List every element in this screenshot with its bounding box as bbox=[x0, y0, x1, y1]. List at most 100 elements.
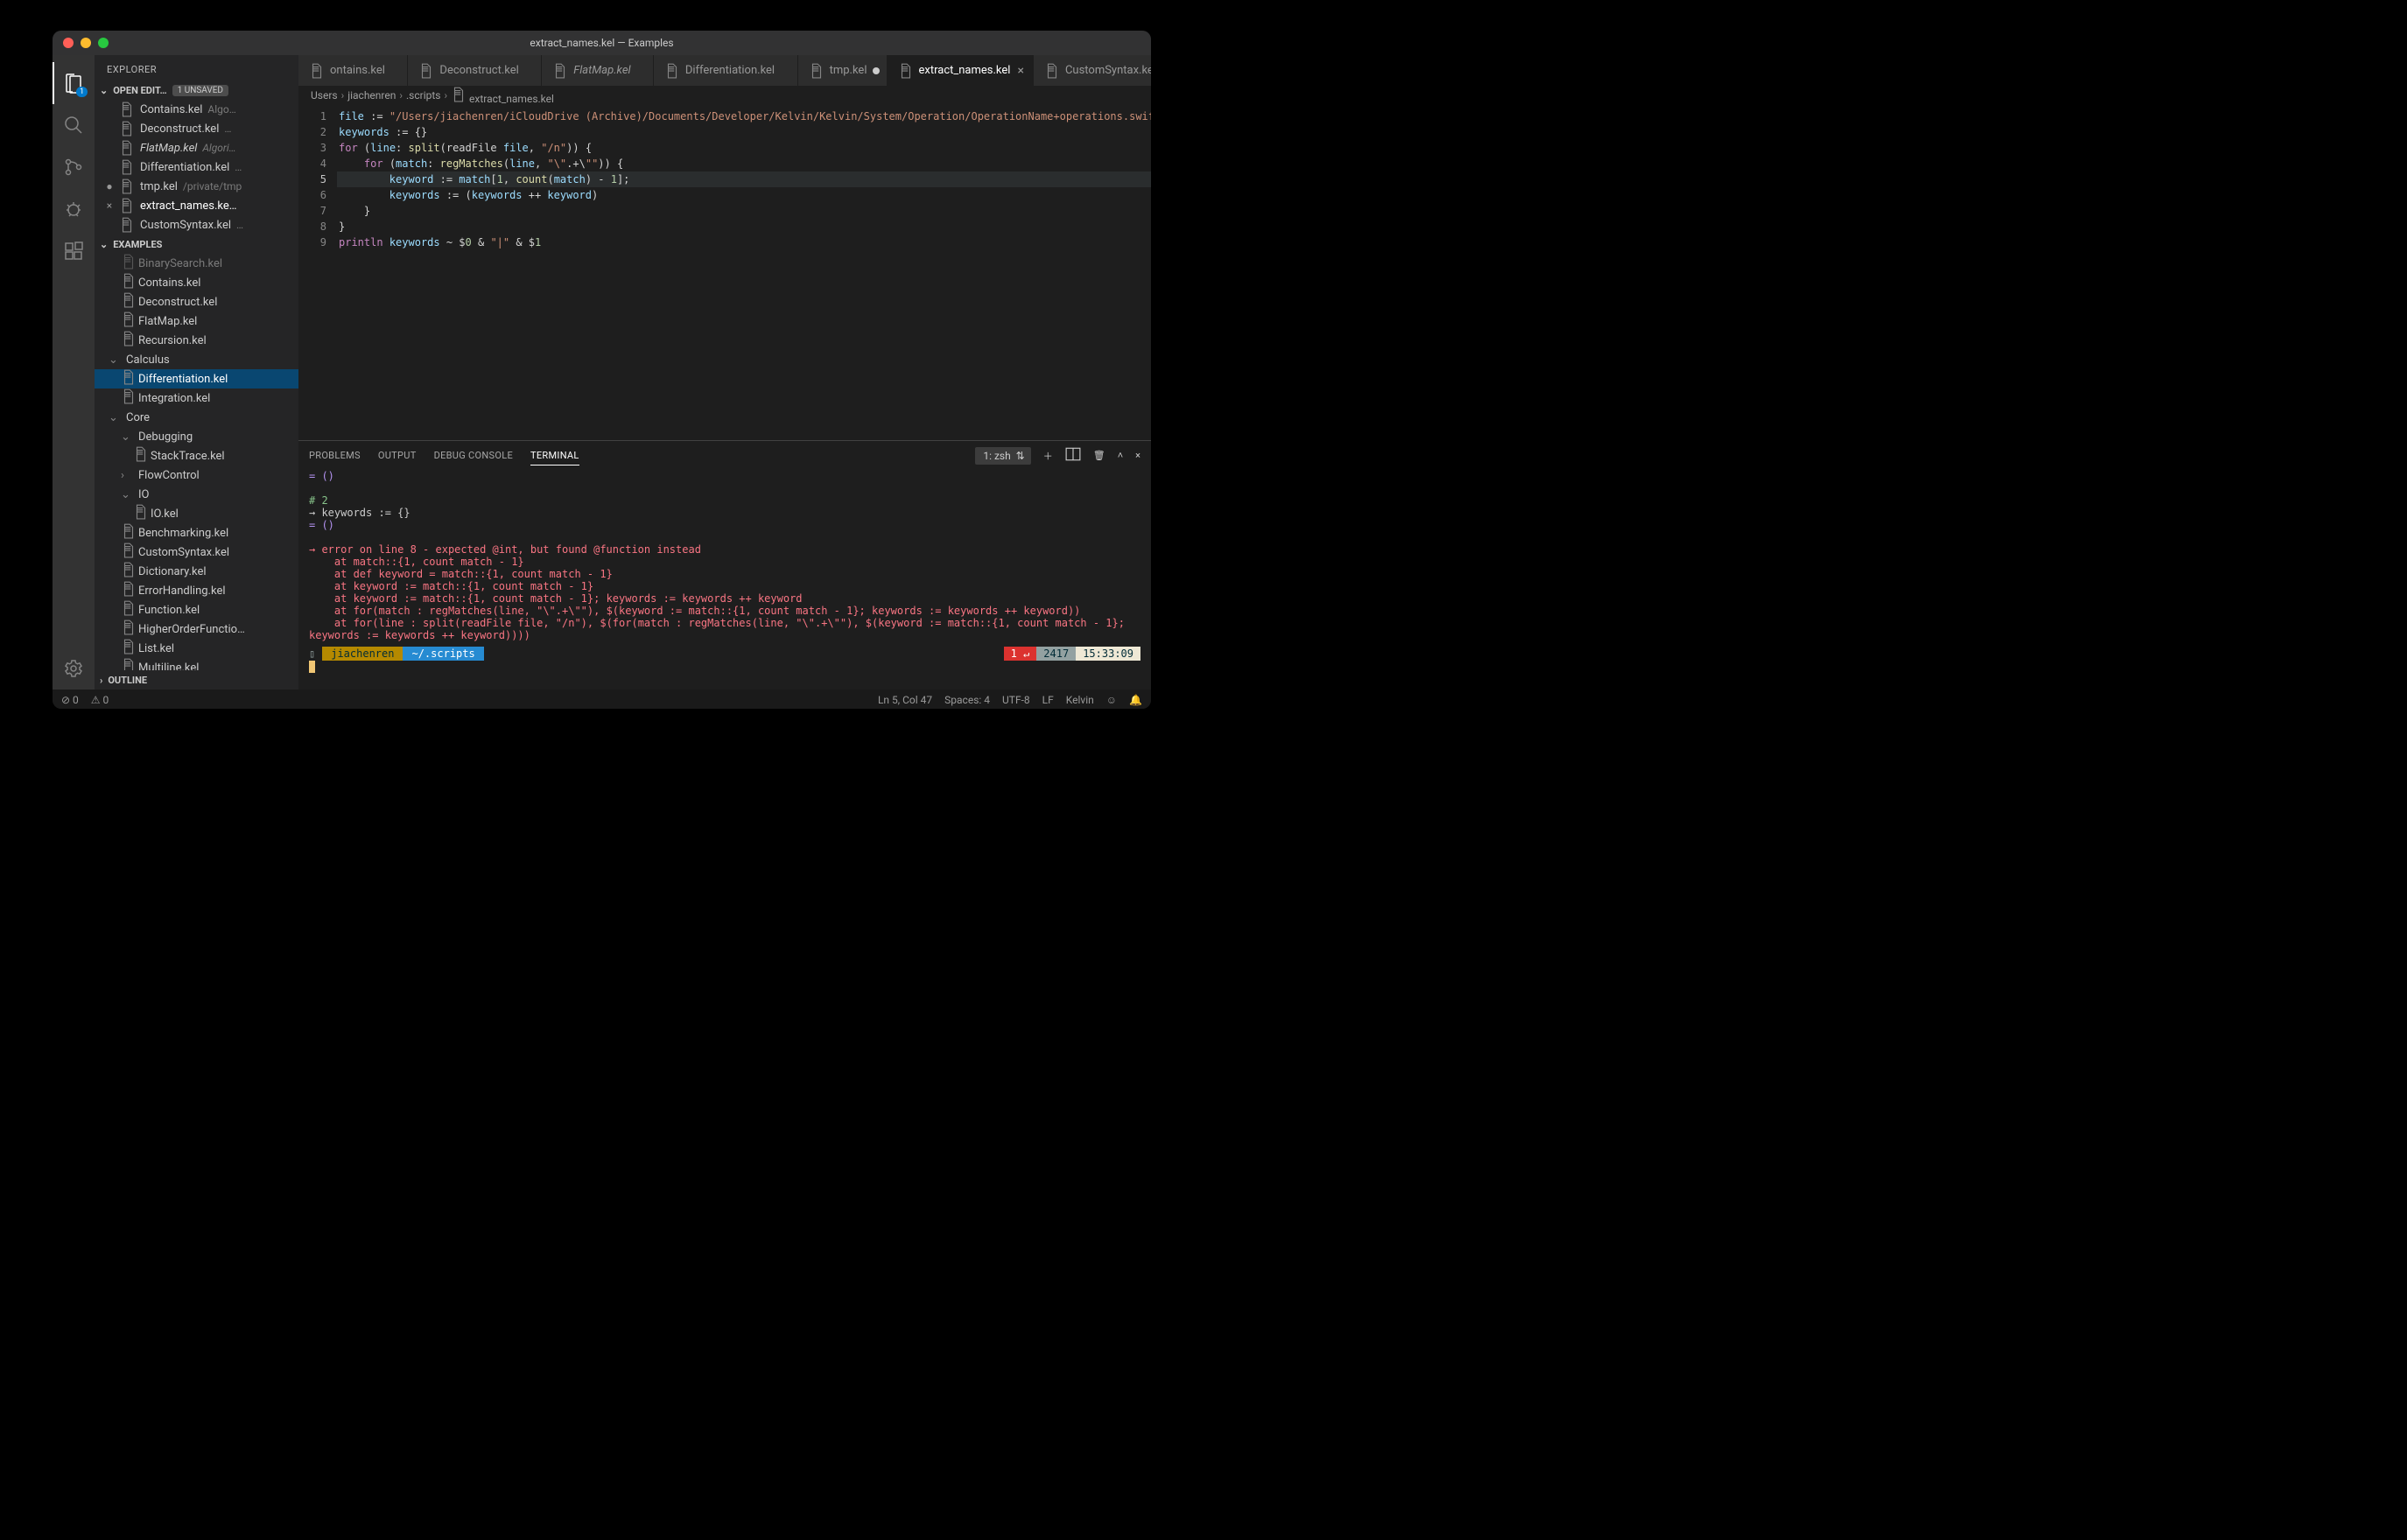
file-item[interactable]: Dictionary.kel bbox=[95, 562, 298, 581]
split-terminal-icon[interactable] bbox=[1065, 446, 1081, 465]
status-indent[interactable]: Spaces: 4 bbox=[944, 694, 990, 706]
debug-icon[interactable] bbox=[53, 188, 95, 230]
kill-terminal-icon[interactable]: 🗑 bbox=[1093, 450, 1105, 461]
status-errors[interactable]: ⊘ 0 bbox=[61, 694, 79, 706]
close-icon[interactable]: × bbox=[1015, 64, 1025, 78]
file-item[interactable]: BinarySearch.kel bbox=[95, 254, 298, 273]
editor-tab[interactable]: tmp.kel bbox=[798, 55, 888, 86]
status-encoding[interactable]: UTF-8 bbox=[1002, 694, 1030, 706]
folder-item[interactable]: ⌄Debugging bbox=[95, 427, 298, 446]
file-item[interactable]: Differentiation.kel bbox=[95, 369, 298, 388]
status-cursor[interactable]: Ln 5, Col 47 bbox=[878, 694, 932, 706]
minimize-icon[interactable] bbox=[81, 38, 91, 48]
file-item[interactable]: Deconstruct.kel bbox=[95, 292, 298, 312]
examples-header[interactable]: ⌄ EXAMPLES bbox=[95, 234, 298, 254]
editor-tab[interactable]: Differentiation.kel× bbox=[654, 55, 798, 86]
open-editor-item[interactable]: Contains.kel Algo… bbox=[95, 100, 298, 119]
file-item[interactable]: FlatMap.kel bbox=[95, 312, 298, 331]
open-editor-item[interactable]: FlatMap.kel Algori… bbox=[95, 138, 298, 158]
file-item[interactable]: Integration.kel bbox=[95, 388, 298, 408]
editor-tab[interactable]: CustomSyntax.kel× bbox=[1034, 55, 1151, 86]
explorer-icon[interactable]: 1 bbox=[53, 62, 95, 104]
editor-path: … bbox=[236, 219, 243, 231]
folder-item[interactable]: ⌄Calculus bbox=[95, 350, 298, 369]
prompt-cursor-box: ▯ bbox=[309, 648, 315, 660]
outline-header[interactable]: › OUTLINE bbox=[95, 670, 298, 690]
open-editor-item[interactable]: ●tmp.kel /private/tmp bbox=[95, 177, 298, 196]
open-editors-header[interactable]: ⌄ OPEN EDIT… 1 UNSAVED bbox=[95, 80, 298, 100]
open-editor-item[interactable]: Differentiation.kel … bbox=[95, 158, 298, 177]
status-eol[interactable]: LF bbox=[1042, 694, 1054, 706]
tree-label: StackTrace.kel bbox=[151, 450, 225, 463]
window-title: extract_names.kel — Examples bbox=[53, 37, 1151, 49]
panel-tab[interactable]: PROBLEMS bbox=[309, 446, 361, 465]
tree-label: Deconstruct.kel bbox=[138, 296, 217, 309]
folder-item[interactable]: ›FlowControl bbox=[95, 466, 298, 485]
extensions-icon[interactable] bbox=[53, 230, 95, 272]
panel-tab[interactable]: OUTPUT bbox=[378, 446, 417, 465]
breadcrumb-item[interactable]: jiachenren bbox=[347, 89, 396, 102]
open-editor-item[interactable]: Deconstruct.kel … bbox=[95, 119, 298, 138]
close-icon[interactable] bbox=[63, 38, 74, 48]
file-icon bbox=[121, 620, 135, 639]
file-item[interactable]: Multiline.kel bbox=[95, 658, 298, 670]
file-item[interactable]: Function.kel bbox=[95, 600, 298, 620]
activitybar: 1 bbox=[53, 55, 95, 690]
bell-icon[interactable]: 🔔 bbox=[1129, 694, 1142, 706]
statusbar: ⊘ 0 ⚠ 0 Ln 5, Col 47 Spaces: 4 UTF-8 LF … bbox=[53, 690, 1151, 709]
source-control-icon[interactable] bbox=[53, 146, 95, 188]
terminal-prompt[interactable]: ▯jiachenren~/.scripts1 ↵241715:33:09 bbox=[309, 647, 1140, 661]
tree-label: Recursion.kel bbox=[138, 334, 207, 347]
file-item[interactable]: List.kel bbox=[95, 639, 298, 658]
tree-label: HigherOrderFunctio… bbox=[138, 623, 245, 636]
file-item[interactable]: Contains.kel bbox=[95, 273, 298, 292]
examples-label: EXAMPLES bbox=[113, 239, 162, 250]
status-warnings[interactable]: ⚠ 0 bbox=[91, 694, 109, 706]
prompt-error: 1 ↵ bbox=[1004, 647, 1037, 661]
editor-tab[interactable]: Deconstruct.kel× bbox=[408, 55, 542, 86]
tree-label: BinarySearch.kel bbox=[138, 257, 222, 270]
status-language[interactable]: Kelvin bbox=[1066, 694, 1094, 706]
editor-tab[interactable]: extract_names.kel× bbox=[888, 55, 1034, 86]
close-panel-icon[interactable]: × bbox=[1135, 450, 1140, 461]
panel-tab[interactable]: TERMINAL bbox=[530, 446, 579, 466]
maximize-panel-icon[interactable]: ˄ bbox=[1118, 450, 1123, 461]
feedback-icon[interactable]: ☺ bbox=[1106, 694, 1117, 706]
file-item[interactable]: IO.kel bbox=[95, 504, 298, 523]
breadcrumbs[interactable]: Users›jiachenren›.scripts› extract_names… bbox=[298, 86, 1151, 105]
file-item[interactable]: CustomSyntax.kel bbox=[95, 542, 298, 562]
file-item[interactable]: Recursion.kel bbox=[95, 331, 298, 350]
breadcrumb-item[interactable]: extract_names.kel bbox=[451, 87, 554, 105]
tree-label: Contains.kel bbox=[138, 276, 200, 290]
tree-label: IO.kel bbox=[151, 508, 179, 521]
editor-tab[interactable]: FlatMap.kel× bbox=[542, 55, 654, 86]
chevron-right-icon: › bbox=[100, 675, 102, 686]
file-item[interactable]: StackTrace.kel bbox=[95, 446, 298, 466]
folder-item[interactable]: ⌄IO bbox=[95, 485, 298, 504]
open-editor-item[interactable]: CustomSyntax.kel … bbox=[95, 215, 298, 234]
breadcrumb-item[interactable]: Users bbox=[311, 89, 338, 102]
editor-tab[interactable]: ontains.kel× bbox=[298, 55, 408, 86]
new-terminal-icon[interactable]: ＋ bbox=[1043, 449, 1053, 463]
file-item[interactable]: HigherOrderFunctio… bbox=[95, 620, 298, 639]
maximize-icon[interactable] bbox=[98, 38, 109, 48]
titlebar[interactable]: extract_names.kel — Examples bbox=[53, 31, 1151, 55]
panel: PROBLEMS OUTPUT DEBUG CONSOLE TERMINAL 1: zs… bbox=[298, 440, 1151, 690]
file-icon bbox=[121, 273, 135, 292]
breadcrumb-item[interactable]: .scripts bbox=[406, 89, 440, 102]
search-icon[interactable] bbox=[53, 104, 95, 146]
code[interactable]: file := "/Users/jiachenren/iCloudDrive (… bbox=[337, 105, 1151, 440]
open-editor-item[interactable]: ×extract_names.ke… bbox=[95, 196, 298, 215]
panel-tab[interactable]: DEBUG CONSOLE bbox=[434, 446, 513, 465]
folder-item[interactable]: ⌄Core bbox=[95, 408, 298, 427]
settings-icon[interactable] bbox=[53, 648, 95, 690]
file-item[interactable]: ErrorHandling.kel bbox=[95, 581, 298, 600]
terminal-output[interactable]: = () # 2→ keywords := {}= () → error on … bbox=[298, 470, 1151, 690]
file-item[interactable]: Benchmarking.kel bbox=[95, 523, 298, 542]
tab-label: tmp.kel bbox=[830, 64, 867, 77]
terminal-selector[interactable]: 1: zsh ⇅ bbox=[975, 447, 1030, 465]
editor-pre-icon[interactable]: ● bbox=[103, 180, 116, 192]
editor[interactable]: 123456789 file := "/Users/jiachenren/iCl… bbox=[298, 105, 1151, 440]
editor-label: Deconstruct.kel bbox=[140, 122, 219, 136]
editor-pre-icon[interactable]: × bbox=[103, 200, 116, 212]
